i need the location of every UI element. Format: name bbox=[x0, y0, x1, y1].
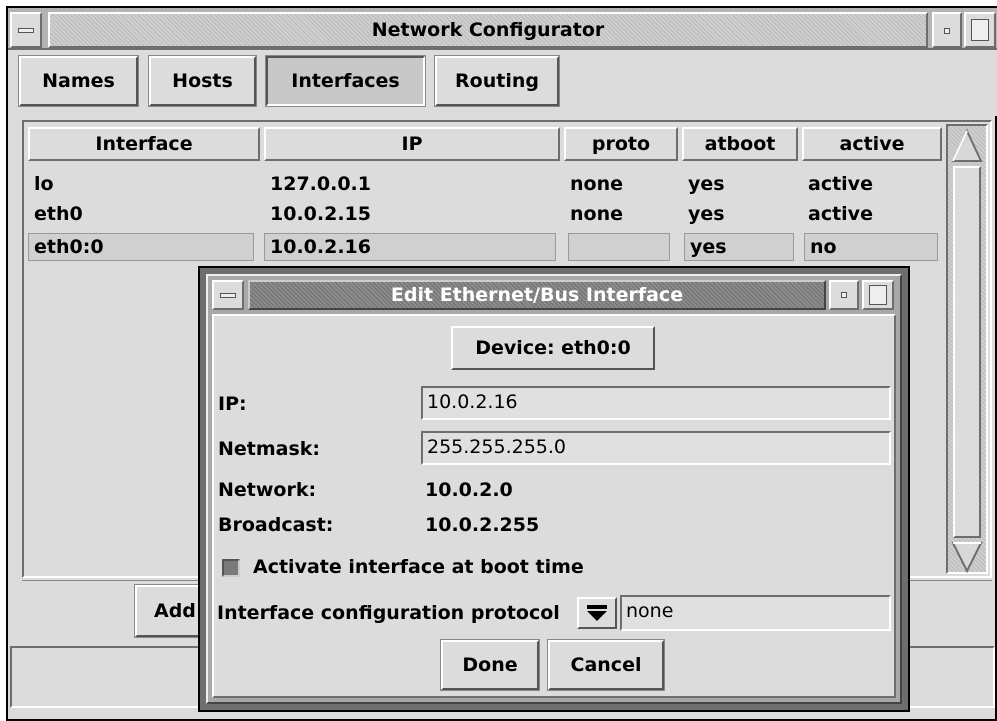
device-button[interactable]: Device: eth0:0 bbox=[451, 326, 655, 370]
protocol-label: Interface configuration protocol bbox=[217, 602, 560, 624]
cell-proto: none bbox=[570, 173, 623, 195]
tab-interfaces[interactable]: Interfaces bbox=[265, 55, 426, 107]
cell-atboot: yes bbox=[688, 173, 725, 195]
column-header-atboot-label: atboot bbox=[704, 133, 776, 155]
protocol-select[interactable]: none bbox=[620, 595, 891, 631]
cell-ip: 10.0.2.15 bbox=[270, 203, 371, 225]
tab-routing[interactable]: Routing bbox=[434, 55, 560, 107]
cell-interface: eth0:0 bbox=[28, 233, 254, 261]
table-row-selected[interactable]: eth0:0 10.0.2.16 yes no bbox=[28, 233, 942, 263]
cell-interface: eth0 bbox=[34, 203, 83, 225]
window-title: Network Configurator bbox=[371, 19, 605, 41]
dialog-maximize-button[interactable] bbox=[862, 280, 894, 310]
minimize-icon bbox=[944, 28, 950, 34]
tab-names[interactable]: Names bbox=[18, 55, 139, 107]
done-button-label: Done bbox=[462, 654, 518, 676]
maximize-button[interactable] bbox=[964, 12, 996, 48]
netmask-input[interactable]: 255.255.255.0 bbox=[421, 431, 891, 465]
window-menu-button[interactable] bbox=[10, 12, 42, 48]
table-row[interactable]: lo 127.0.0.1 none yes active bbox=[28, 172, 942, 198]
cell-ip: 10.0.2.16 bbox=[264, 233, 556, 261]
done-button[interactable]: Done bbox=[440, 639, 540, 691]
dialog-menu-button[interactable] bbox=[212, 280, 244, 310]
column-header-proto[interactable]: proto bbox=[564, 127, 678, 161]
dialog-menu-icon bbox=[220, 293, 236, 298]
dialog-title-area[interactable]: Edit Ethernet/Bus Interface bbox=[248, 280, 826, 310]
cell-ip: 127.0.0.1 bbox=[270, 173, 371, 195]
cell-active: active bbox=[808, 173, 873, 195]
minimize-button[interactable] bbox=[932, 12, 962, 48]
protocol-dropdown-button[interactable] bbox=[577, 597, 617, 629]
tab-hosts[interactable]: Hosts bbox=[148, 55, 257, 107]
netmask-label: Netmask: bbox=[218, 438, 321, 460]
column-header-active-label: active bbox=[839, 133, 905, 155]
activate-at-boot-checkbox[interactable] bbox=[222, 559, 240, 577]
cancel-button[interactable]: Cancel bbox=[547, 639, 665, 691]
cell-atboot: yes bbox=[684, 233, 794, 261]
maximize-icon bbox=[971, 19, 989, 41]
broadcast-value: 10.0.2.255 bbox=[425, 514, 540, 536]
network-value: 10.0.2.0 bbox=[425, 479, 513, 501]
cell-active: active bbox=[808, 203, 873, 225]
ip-label: IP: bbox=[218, 393, 247, 415]
dialog-title: Edit Ethernet/Bus Interface bbox=[390, 284, 684, 306]
window-menu-icon bbox=[18, 28, 34, 33]
column-header-interface-label: Interface bbox=[95, 133, 193, 155]
cell-active: no bbox=[804, 233, 938, 261]
column-header-ip[interactable]: IP bbox=[264, 127, 560, 161]
device-button-label: Device: eth0:0 bbox=[475, 337, 631, 359]
activate-at-boot-label: Activate interface at boot time bbox=[253, 556, 584, 578]
cell-proto: none bbox=[570, 203, 623, 225]
column-header-atboot[interactable]: atboot bbox=[682, 127, 798, 161]
network-label: Network: bbox=[218, 479, 317, 501]
column-header-active[interactable]: active bbox=[802, 127, 942, 161]
dialog-maximize-icon bbox=[869, 285, 887, 305]
scroll-up-arrow-icon[interactable] bbox=[950, 128, 984, 164]
ip-input[interactable]: 10.0.2.16 bbox=[421, 386, 891, 420]
dropdown-arrow-icon bbox=[587, 605, 607, 621]
tab-names-label: Names bbox=[42, 70, 115, 92]
column-header-ip-label: IP bbox=[401, 133, 423, 155]
scroll-down-arrow-icon[interactable] bbox=[950, 540, 984, 574]
cell-atboot: yes bbox=[688, 203, 725, 225]
dialog-minimize-button[interactable] bbox=[829, 280, 859, 310]
scroll-thumb[interactable] bbox=[953, 166, 981, 538]
tab-routing-label: Routing bbox=[455, 70, 539, 92]
tab-hosts-label: Hosts bbox=[172, 70, 233, 92]
column-header-interface[interactable]: Interface bbox=[28, 127, 260, 161]
dialog-minimize-icon bbox=[841, 292, 847, 298]
cancel-button-label: Cancel bbox=[570, 654, 642, 676]
title-text-area[interactable]: Network Configurator bbox=[48, 12, 928, 48]
add-button-label: Add bbox=[154, 600, 196, 622]
table-row[interactable]: eth0 10.0.2.15 none yes active bbox=[28, 202, 942, 228]
column-header-proto-label: proto bbox=[591, 133, 651, 155]
cell-interface: lo bbox=[34, 173, 54, 195]
cell-proto bbox=[568, 233, 670, 261]
broadcast-label: Broadcast: bbox=[218, 514, 334, 536]
tab-interfaces-label: Interfaces bbox=[291, 70, 400, 92]
